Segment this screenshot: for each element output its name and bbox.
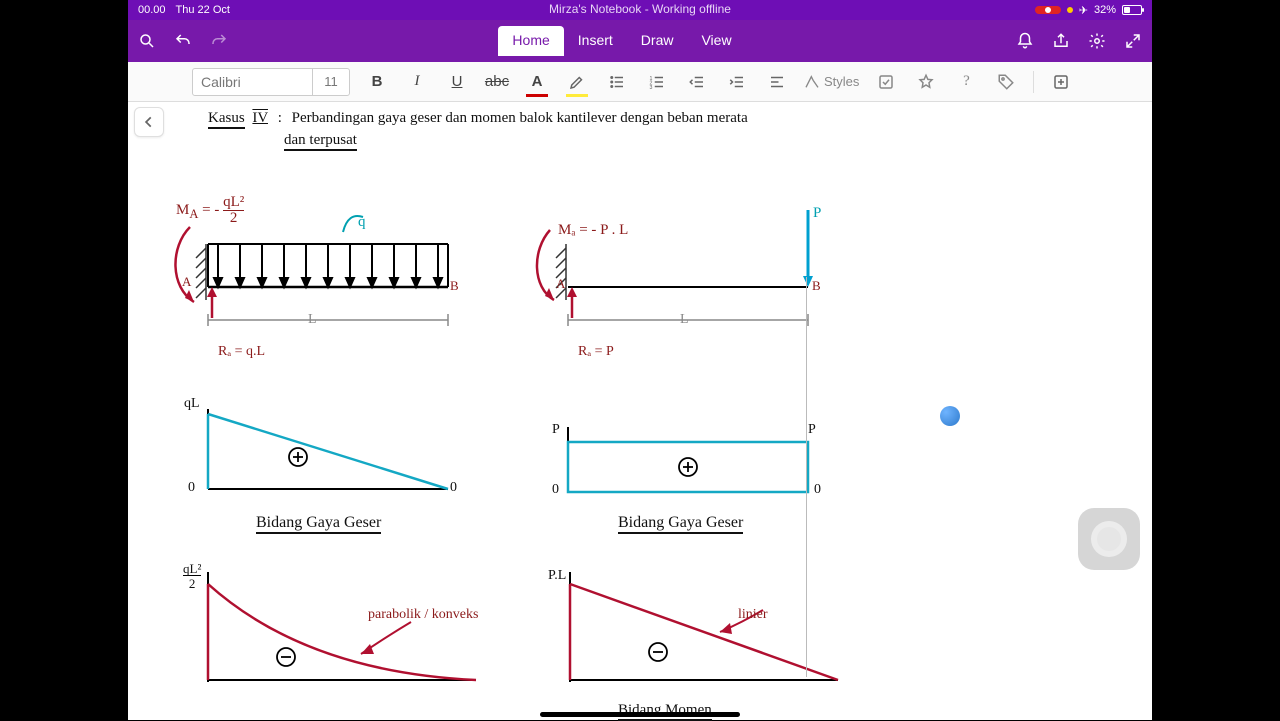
kasus-label: Kasus bbox=[208, 110, 245, 129]
linier-label: linier bbox=[738, 607, 768, 623]
styles-button[interactable]: Styles bbox=[804, 69, 859, 95]
tab-home[interactable]: Home bbox=[498, 26, 563, 56]
ribbon-divider bbox=[1033, 71, 1034, 93]
shear-left-diagram bbox=[188, 394, 468, 504]
zero-L2: 0 bbox=[450, 480, 457, 496]
redo-icon[interactable] bbox=[210, 32, 228, 50]
status-date: Thu 22 Oct bbox=[176, 4, 230, 16]
screen-record-pill[interactable] bbox=[1035, 6, 1061, 14]
todo-button[interactable] bbox=[873, 69, 899, 95]
note-canvas[interactable]: Kasus IV : Perbandingan gaya geser dan m… bbox=[128, 102, 1152, 720]
outdent-button[interactable] bbox=[684, 69, 710, 95]
tab-bar: Home Insert Draw View bbox=[228, 26, 1016, 56]
beam-right-diagram bbox=[528, 192, 848, 322]
insert-object-button[interactable] bbox=[1048, 69, 1074, 95]
indent-button[interactable] bbox=[724, 69, 750, 95]
title-line1: Perbandingan gaya geser dan momen balok … bbox=[292, 110, 748, 126]
star-button[interactable] bbox=[913, 69, 939, 95]
question-button[interactable]: ? bbox=[953, 69, 979, 95]
pen-cursor-icon bbox=[940, 406, 960, 426]
font-name[interactable]: Calibri bbox=[193, 69, 313, 95]
numbered-list-button[interactable]: 123 bbox=[644, 69, 670, 95]
bgg-right: Bidang Gaya Geser bbox=[618, 514, 743, 534]
tab-insert[interactable]: Insert bbox=[564, 26, 627, 56]
tag-button[interactable] bbox=[993, 69, 1019, 95]
search-icon[interactable] bbox=[138, 32, 156, 50]
align-button[interactable] bbox=[764, 69, 790, 95]
share-icon[interactable] bbox=[1052, 32, 1070, 50]
battery-percent: 32% bbox=[1094, 4, 1116, 16]
qL-label: qL bbox=[184, 396, 200, 412]
moment-right-diagram bbox=[548, 562, 848, 692]
parabolik-label: parabolik / konveks bbox=[368, 607, 478, 623]
font-size[interactable]: 11 bbox=[313, 74, 349, 89]
tab-view[interactable]: View bbox=[687, 26, 745, 56]
MA-right-label: Mₐ = - P . L bbox=[558, 222, 628, 239]
undo-icon[interactable] bbox=[174, 32, 192, 50]
font-color-button[interactable]: A bbox=[524, 69, 550, 95]
guide-line bbox=[806, 277, 807, 677]
zero-L1: 0 bbox=[188, 480, 195, 496]
P-left: P bbox=[552, 422, 560, 438]
title-line2: dan terpusat bbox=[284, 132, 357, 151]
status-time: 00.00 bbox=[138, 4, 166, 16]
L-right: L bbox=[680, 312, 689, 328]
P-right: P bbox=[808, 422, 816, 438]
assistive-touch-button[interactable] bbox=[1078, 508, 1140, 570]
home-indicator[interactable] bbox=[540, 712, 740, 717]
collapse-icon[interactable] bbox=[1124, 32, 1142, 50]
italic-button[interactable]: I bbox=[404, 69, 430, 95]
tab-draw[interactable]: Draw bbox=[627, 26, 688, 56]
qL2-label: qL²2 bbox=[183, 562, 201, 592]
PL-label: P.L bbox=[548, 568, 566, 584]
zero-R1: 0 bbox=[552, 482, 559, 498]
underline-button[interactable]: U bbox=[444, 69, 470, 95]
moment-left-diagram bbox=[186, 562, 486, 692]
kasus-colon: : bbox=[278, 110, 282, 126]
RA-right: Rₐ = P bbox=[578, 344, 614, 360]
ipad-status-bar: 00.00 Thu 22 Oct . ✈ 32% bbox=[128, 0, 1152, 20]
location-dot-icon bbox=[1067, 7, 1073, 13]
settings-icon[interactable] bbox=[1088, 32, 1106, 50]
bell-icon[interactable] bbox=[1016, 32, 1034, 50]
app-header: Home Insert Draw View bbox=[128, 20, 1152, 62]
font-selector[interactable]: Calibri 11 bbox=[192, 68, 350, 96]
P-label-top: P bbox=[813, 205, 821, 222]
strikethrough-button[interactable]: abc bbox=[484, 69, 510, 95]
A-right: A bbox=[556, 276, 565, 292]
ribbon-toolbar: Calibri 11 B I U abc A 123 Styles ? bbox=[128, 62, 1152, 102]
A-left: A bbox=[182, 274, 191, 290]
RA-left: Rₐ = q.L bbox=[218, 344, 265, 360]
bullet-list-button[interactable] bbox=[604, 69, 630, 95]
back-button[interactable] bbox=[134, 107, 164, 137]
svg-text:3: 3 bbox=[650, 84, 653, 90]
battery-icon bbox=[1122, 5, 1142, 15]
q-label: q bbox=[358, 214, 366, 231]
L-left: L bbox=[308, 312, 317, 328]
bgg-left: Bidang Gaya Geser bbox=[256, 514, 381, 534]
B-left: B bbox=[450, 278, 459, 294]
MA-left-label: MA = - qL²2 bbox=[176, 195, 244, 226]
kasus-num: IV bbox=[252, 110, 268, 126]
airplane-mode-icon: ✈ bbox=[1079, 4, 1088, 17]
zero-R2: 0 bbox=[814, 482, 821, 498]
highlight-button[interactable] bbox=[564, 69, 590, 95]
shear-right-diagram bbox=[548, 412, 828, 507]
B-right: B bbox=[812, 278, 821, 294]
bold-button[interactable]: B bbox=[364, 69, 390, 95]
